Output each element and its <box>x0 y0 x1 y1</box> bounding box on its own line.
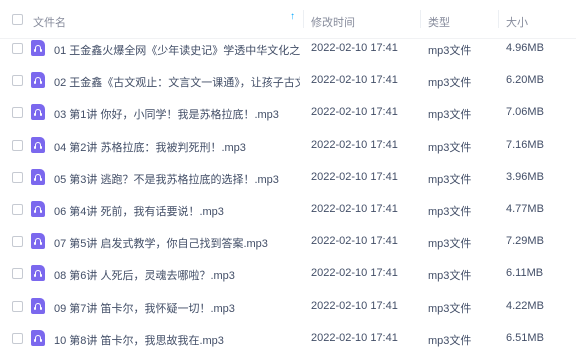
audio-file-icon <box>31 201 45 217</box>
file-name[interactable]: 08 第6讲 人死后，灵魂去哪啦？.mp3 <box>54 267 300 283</box>
column-header-modified-time[interactable]: 修改时间 <box>311 14 355 30</box>
file-type: mp3文件 <box>428 45 472 57</box>
audio-file-icon <box>31 136 45 153</box>
modified-time: 2022-02-10 17:41 <box>311 331 398 344</box>
file-name[interactable]: 07 第5讲 启发式教学，你自己找到答案.mp3 <box>54 235 300 251</box>
modified-time: 2022-02-10 17:41 <box>311 170 398 183</box>
file-size: 7.16MB <box>506 138 544 151</box>
column-header-filename[interactable]: 文件名 <box>33 14 66 30</box>
audio-file-icon <box>31 265 45 282</box>
file-type: mp3文件 <box>428 77 472 90</box>
file-type: mp3文件 <box>428 270 472 283</box>
row-checkbox[interactable] <box>12 204 23 215</box>
row-checkbox[interactable] <box>12 43 23 54</box>
file-type: mp3文件 <box>428 238 472 251</box>
modified-time: 2022-02-10 17:41 <box>311 203 398 215</box>
modified-time: 2022-02-10 17:41 <box>311 74 398 87</box>
file-size: 3.96MB <box>506 170 544 183</box>
file-row[interactable]: 04 第2讲 苏格拉底：我被判死刑！.mp3 2022-02-10 17:41 mp… <box>0 129 576 161</box>
file-name[interactable]: 03 第1讲 你好，小同学！我是苏格拉底！.mp3 <box>54 106 300 122</box>
audio-file-icon <box>31 104 45 121</box>
file-size: 6.11MB <box>506 267 544 280</box>
file-name[interactable]: 10 第8讲 笛卡尔，我思故我在.mp3 <box>54 332 300 348</box>
audio-file-icon <box>31 297 45 314</box>
modified-time: 2022-02-10 17:41 <box>311 106 398 119</box>
file-name[interactable]: 05 第3讲 逃跑？不是我苏格拉底的选择！.mp3 <box>54 171 300 187</box>
audio-file-icon <box>31 40 45 56</box>
sort-ascending-icon[interactable]: ↑ <box>290 11 295 22</box>
column-divider[interactable] <box>498 10 499 28</box>
file-type: mp3文件 <box>428 334 472 347</box>
column-divider[interactable] <box>420 10 421 28</box>
modified-time: 2022-02-10 17:41 <box>311 235 398 248</box>
file-name[interactable]: 01 王金鑫火爆全网《少年读史记》学透中华文化之根.mp3 <box>54 42 300 58</box>
file-size: 6.51MB <box>506 331 544 344</box>
file-row[interactable]: 09 第7讲 笛卡尔，我怀疑一切！.mp3 2022-02-10 17:41 mp3… <box>0 290 576 322</box>
file-row[interactable]: 08 第6讲 人死后，灵魂去哪啦？.mp3 2022-02-10 17:41 mp3… <box>0 257 576 289</box>
audio-file-icon <box>31 329 45 346</box>
modified-time: 2022-02-10 17:41 <box>311 42 398 54</box>
file-row[interactable]: 03 第1讲 你好，小同学！我是苏格拉底！.mp3 2022-02-10 17:4… <box>0 96 576 128</box>
modified-time: 2022-02-10 17:41 <box>311 138 398 151</box>
row-checkbox[interactable] <box>12 139 23 151</box>
file-name[interactable]: 09 第7讲 笛卡尔，我怀疑一切！.mp3 <box>54 300 300 316</box>
file-row[interactable]: 02 王金鑫《古文观止：文言文一课通》，让孩子古文满... 2022-02-10 … <box>0 64 576 96</box>
row-checkbox[interactable] <box>12 75 23 87</box>
file-size: 4.96MB <box>506 42 544 54</box>
file-row[interactable]: 05 第3讲 逃跑？不是我苏格拉底的选择！.mp3 2022-02-10 17:4… <box>0 161 576 193</box>
audio-file-icon <box>31 168 45 185</box>
row-checkbox[interactable] <box>12 236 23 248</box>
file-name[interactable]: 06 第4讲 死前，我有话要说！.mp3 <box>54 203 300 219</box>
file-row[interactable]: 07 第5讲 启发式教学，你自己找到答案.mp3 2022-02-10 17:41… <box>0 225 576 257</box>
file-size: 7.06MB <box>506 106 544 119</box>
column-header-size[interactable]: 大小 <box>506 14 528 30</box>
modified-time: 2022-02-10 17:41 <box>311 267 398 280</box>
column-divider[interactable] <box>303 10 304 28</box>
modified-time: 2022-02-10 17:41 <box>311 299 398 312</box>
file-size: 6.20MB <box>506 74 544 87</box>
file-size: 7.29MB <box>506 235 544 248</box>
file-row[interactable]: 01 王金鑫火爆全网《少年读史记》学透中华文化之根.mp3 2022-02-10 … <box>0 32 576 64</box>
file-type: mp3文件 <box>428 141 472 154</box>
file-size: 4.22MB <box>506 299 544 312</box>
row-checkbox[interactable] <box>12 171 23 183</box>
row-checkbox[interactable] <box>12 107 23 119</box>
file-row[interactable]: 10 第8讲 笛卡尔，我思故我在.mp3 2022-02-10 17:41 mp3文… <box>0 322 576 354</box>
row-checkbox[interactable] <box>12 268 23 280</box>
file-name[interactable]: 04 第2讲 苏格拉底：我被判死刑！.mp3 <box>54 139 300 155</box>
column-header-type[interactable]: 类型 <box>428 14 450 30</box>
select-all-checkbox[interactable] <box>12 14 23 25</box>
file-type: mp3文件 <box>428 206 472 218</box>
file-type: mp3文件 <box>428 109 472 122</box>
file-type: mp3文件 <box>428 302 472 315</box>
row-checkbox[interactable] <box>12 332 23 344</box>
file-type: mp3文件 <box>428 173 472 186</box>
row-checkbox[interactable] <box>12 300 23 312</box>
audio-file-icon <box>31 233 45 250</box>
file-name[interactable]: 02 王金鑫《古文观止：文言文一课通》，让孩子古文满... <box>54 74 300 90</box>
audio-file-icon <box>31 72 45 89</box>
file-size: 4.77MB <box>506 203 544 215</box>
file-row[interactable]: 06 第4讲 死前，我有话要说！.mp3 2022-02-10 17:41 mp3文… <box>0 193 576 225</box>
